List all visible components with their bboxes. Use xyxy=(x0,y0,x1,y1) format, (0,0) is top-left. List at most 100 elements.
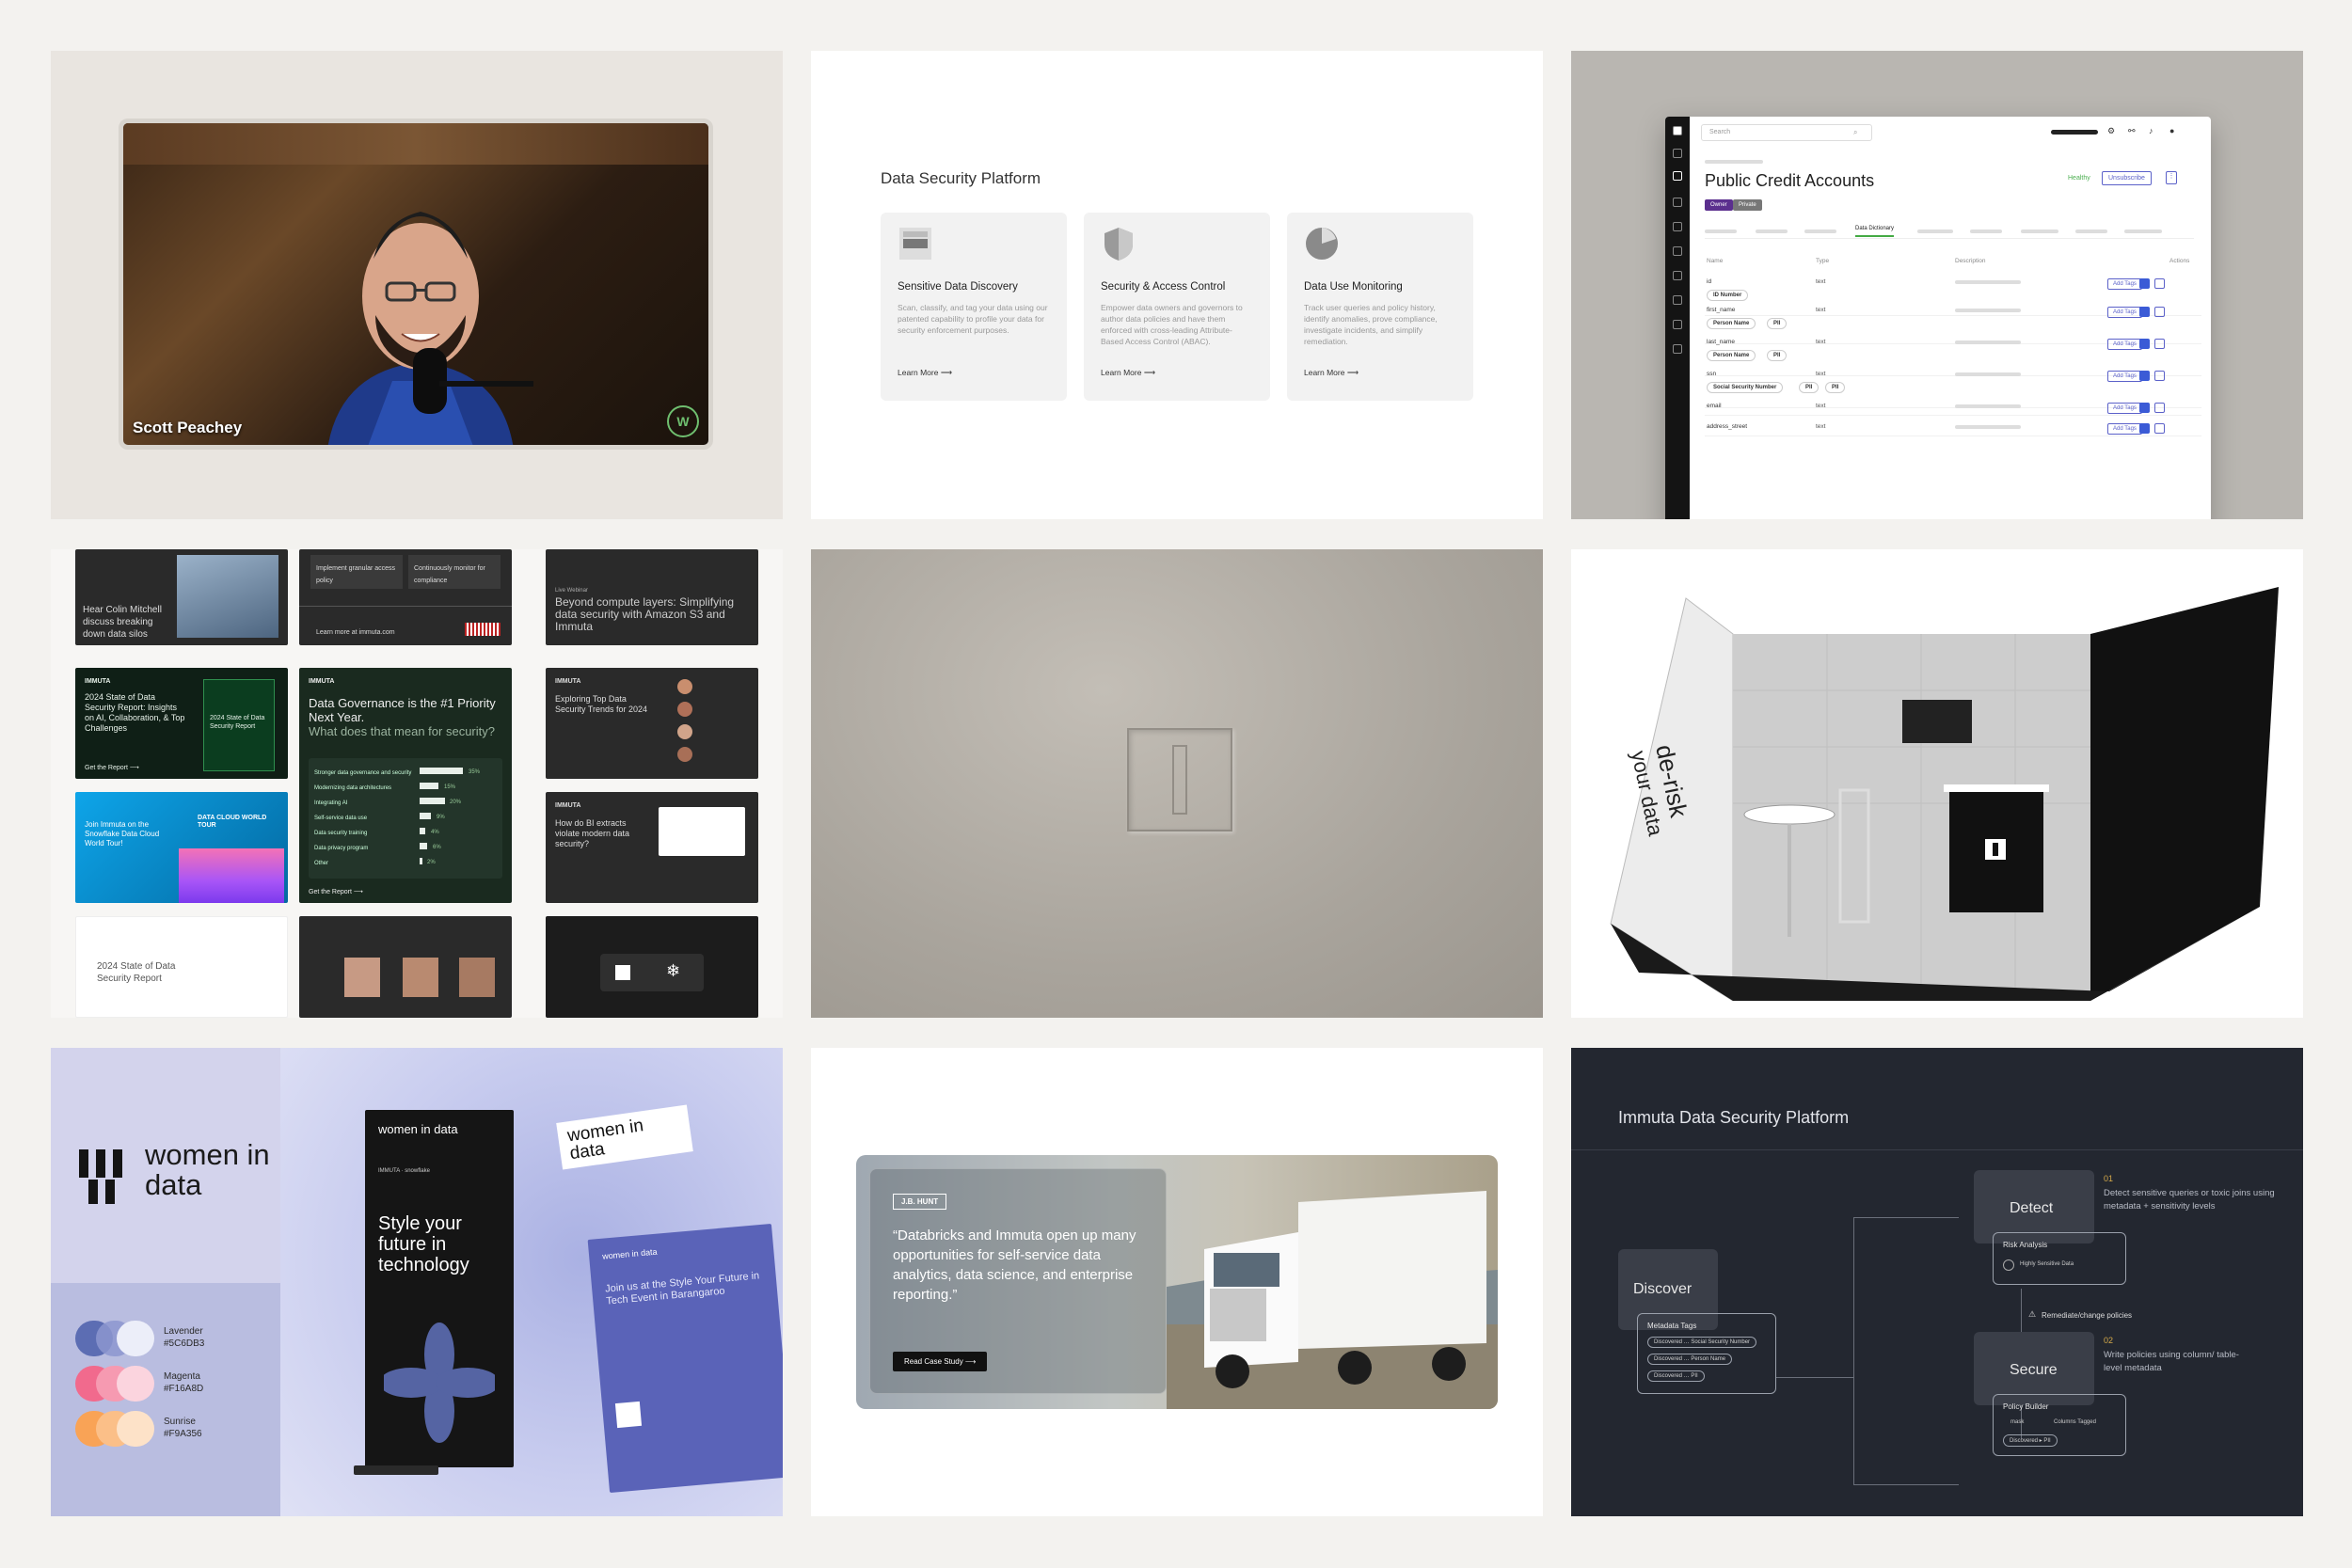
desc-placeholder xyxy=(1955,309,2021,312)
more-icon[interactable] xyxy=(2154,339,2165,349)
booth-render: de-risk your data xyxy=(1610,587,2279,1001)
nav-icon[interactable] xyxy=(1673,271,1682,280)
card-text: Hear Colin Mitchell discuss breaking dow… xyxy=(83,605,162,640)
card-desc: Track user queries and policy history, i… xyxy=(1304,303,1438,346)
col-description: Description xyxy=(1955,258,1986,264)
video-frame: Scott Peachey W xyxy=(119,119,713,450)
connector xyxy=(1853,1484,1959,1485)
app-logo-icon[interactable] xyxy=(1673,126,1682,135)
tab-data-dictionary[interactable]: Data Dictionary xyxy=(1855,226,1895,237)
comment-icon[interactable] xyxy=(2139,307,2150,317)
bar-label: Integrating AI xyxy=(314,800,348,806)
search-input[interactable]: Search xyxy=(1701,124,1872,141)
nav-icon[interactable] xyxy=(1673,320,1682,329)
tag-chip[interactable]: Discovered … PII xyxy=(1647,1370,1705,1382)
more-icon[interactable]: ⋮ xyxy=(2166,171,2177,184)
comment-icon[interactable] xyxy=(2139,371,2150,381)
add-tags-button[interactable]: Add Tags xyxy=(2107,307,2142,318)
tag-chip[interactable]: PII xyxy=(1767,318,1788,329)
breadcrumb[interactable] xyxy=(1705,160,1763,164)
card-text: Learn more at immuta.com xyxy=(316,629,395,636)
tab[interactable] xyxy=(2124,230,2162,233)
tab[interactable] xyxy=(2075,230,2107,233)
add-tags-button[interactable]: Add Tags xyxy=(2107,423,2142,435)
cta-link[interactable]: Get the Report ⟶ xyxy=(309,886,363,898)
nav-icon[interactable] xyxy=(1673,295,1682,305)
tab[interactable] xyxy=(2021,230,2058,233)
more-icon[interactable] xyxy=(2154,403,2165,413)
add-tags-button[interactable]: Add Tags xyxy=(2107,403,2142,414)
gear-icon[interactable]: ⚙ xyxy=(2107,126,2115,136)
nav-icon[interactable] xyxy=(1673,171,1682,181)
more-icon[interactable] xyxy=(2154,371,2165,381)
tag-chip[interactable]: Person Name xyxy=(1707,318,1756,329)
table-row[interactable]: email text Add Tags xyxy=(1705,399,2201,416)
tag-chip[interactable]: Person Name xyxy=(1707,350,1756,361)
bell-icon[interactable]: ♪ xyxy=(2149,126,2153,135)
comment-icon[interactable] xyxy=(2139,278,2150,289)
tab[interactable] xyxy=(1917,230,1953,233)
speaker-name: Scott Peachey xyxy=(133,419,243,436)
row-type: text xyxy=(1816,278,1826,285)
card-title: Data Use Monitoring xyxy=(1304,281,1403,293)
nav-icon[interactable] xyxy=(1673,222,1682,231)
comment-icon[interactable] xyxy=(2139,339,2150,349)
comment-icon[interactable] xyxy=(2139,423,2150,434)
add-tags-button[interactable]: Add Tags xyxy=(2107,371,2142,382)
tab[interactable] xyxy=(1756,230,1788,233)
tag-chip[interactable]: ID Number xyxy=(1707,290,1749,301)
tab[interactable] xyxy=(1970,230,2002,233)
unsubscribe-button[interactable]: Unsubscribe xyxy=(2102,171,2152,185)
feature-card-access[interactable]: Security & Access Control Empower data o… xyxy=(1084,213,1270,401)
feature-card-monitoring[interactable]: Data Use Monitoring Track user queries a… xyxy=(1287,213,1473,401)
bar xyxy=(420,768,463,774)
user-pill[interactable] xyxy=(2051,130,2098,135)
add-tags-button[interactable]: Add Tags xyxy=(2107,278,2142,290)
world-tour-card: Join Immuta on the Snowflake Data Cloud … xyxy=(75,792,288,903)
swatch-name: Sunrise xyxy=(164,1417,196,1427)
nav-icon[interactable] xyxy=(1673,149,1682,158)
learn-more-link[interactable]: Learn More ⟶ xyxy=(1101,368,1253,378)
bar-value: 15% xyxy=(444,784,456,790)
event-poster: women in data Join us at the Style Your … xyxy=(587,1223,783,1494)
nav-icon[interactable] xyxy=(1673,198,1682,207)
bar xyxy=(420,858,422,864)
tag-chip[interactable]: Social Security Number xyxy=(1707,382,1784,393)
comment-icon[interactable] xyxy=(2139,403,2150,413)
search-icon: ⌕ xyxy=(1853,128,1858,136)
card-text: Beyond compute layers: Simplifying data … xyxy=(555,595,735,633)
concrete-logo-tile xyxy=(811,549,1543,1018)
nav-icon[interactable] xyxy=(1673,344,1682,354)
report-cover-card: 2024 State of Data Security Report xyxy=(75,916,288,1018)
tag-chip[interactable]: PII xyxy=(1767,350,1788,361)
tag-chip[interactable]: Discovered ▸ PII xyxy=(2003,1434,2058,1447)
more-icon[interactable] xyxy=(2154,423,2165,434)
trends-webinar-card: IMMUTA Exploring Top Data Security Trend… xyxy=(546,668,758,779)
add-tags-button[interactable]: Add Tags xyxy=(2107,339,2142,350)
more-icon[interactable] xyxy=(2154,278,2165,289)
tag-chip[interactable]: PII xyxy=(1825,382,1846,393)
cta-link[interactable]: Get the Report ⟶ xyxy=(85,762,139,774)
row-name: email xyxy=(1707,403,1722,409)
col-type: Type xyxy=(1816,258,1830,264)
learn-more-link[interactable]: Learn More ⟶ xyxy=(898,368,1050,378)
swatch-lavender xyxy=(75,1321,154,1358)
table-row[interactable]: address_street text Add Tags xyxy=(1705,420,2201,436)
tag-chip[interactable]: Discovered … Social Security Number xyxy=(1647,1337,1757,1348)
row-name: first_name xyxy=(1707,307,1736,313)
tab[interactable] xyxy=(1804,230,1836,233)
user-icon[interactable]: ● xyxy=(2169,126,2174,135)
read-case-study-button[interactable]: Read Case Study ⟶ xyxy=(893,1352,988,1371)
nav-icon[interactable] xyxy=(1673,246,1682,256)
bar xyxy=(420,828,425,834)
feature-card-discovery[interactable]: Sensitive Data Discovery Scan, classify,… xyxy=(881,213,1067,401)
banner-partners: IMMUTA · snowflake xyxy=(378,1168,430,1174)
document-preview xyxy=(659,807,745,856)
learn-more-link[interactable]: Learn More ⟶ xyxy=(1304,368,1456,378)
tag-chip[interactable]: Discovered … Person Name xyxy=(1647,1354,1733,1365)
tag-chip[interactable]: PII xyxy=(1799,382,1820,393)
link-icon[interactable]: ⚯ xyxy=(2128,126,2136,136)
more-icon[interactable] xyxy=(2154,307,2165,317)
tab[interactable] xyxy=(1705,230,1737,233)
bar-value: 6% xyxy=(433,845,441,850)
